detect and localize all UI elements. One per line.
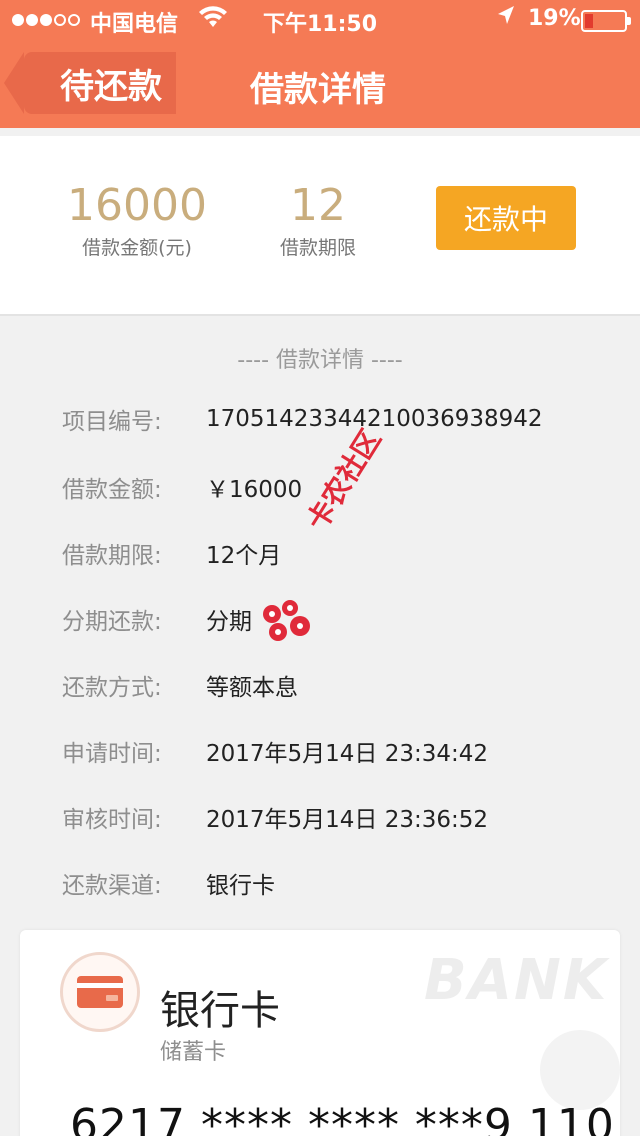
detail-value: 2017年5月14日 23:36:52 [206, 807, 489, 833]
status-bar: 中国电信 下午11:50 19% [0, 0, 640, 40]
bank-background-text: BANK [424, 948, 609, 1013]
detail-key: 项目编号: [62, 409, 162, 435]
nav-bar: 待还款 借款详情 [0, 40, 640, 128]
loan-term-caption: 借款期限 [279, 237, 356, 259]
detail-row-project-id: 项目编号: 17051423344210036938942 [62, 402, 622, 436]
detail-value: 12个月 [206, 543, 282, 569]
detail-row-review-time: 审核时间: 2017年5月14日 23:36:52 [62, 800, 622, 834]
bank-card[interactable]: BANK 银行卡 储蓄卡 6217 **** **** ***9 110 [20, 930, 620, 1136]
detail-row-amount: 借款金额: ￥16000 [62, 470, 622, 504]
details-section-title: ---- 借款详情 ---- [237, 348, 403, 373]
detail-value: 分期 [206, 609, 252, 635]
detail-row-repayment-method: 还款方式: 等额本息 [62, 668, 622, 702]
detail-value: ￥16000 [206, 477, 303, 503]
loan-term-value: 12 [290, 180, 346, 231]
detail-key: 还款渠道: [62, 873, 162, 899]
detail-value: 银行卡 [206, 873, 275, 899]
battery-icon [581, 10, 631, 32]
detail-value: 等额本息 [206, 675, 298, 701]
loan-amount-value: 16000 [67, 180, 207, 231]
back-button[interactable]: 待还款 [4, 52, 176, 114]
detail-value: 17051423344210036938942 [206, 406, 543, 432]
loan-amount-caption: 借款金额(元) [82, 237, 192, 259]
battery-percent: 19% [528, 6, 581, 31]
loan-summary: 16000 借款金额(元) 12 借款期限 还款中 [0, 136, 640, 316]
screen: 中国电信 下午11:50 19% 待还款 借款详情 16000 借款金额(元) … [0, 0, 640, 1136]
loan-amount-stat: 16000 借款金额(元) [62, 180, 212, 260]
loan-term-stat: 12 借款期限 [268, 180, 368, 260]
detail-key: 还款方式: [62, 675, 162, 701]
bank-card-name: 银行卡 [160, 988, 280, 1034]
detail-row-term: 借款期限: 12个月 [62, 536, 622, 570]
detail-key: 申请时间: [62, 741, 162, 767]
back-button-label: 待还款 [60, 66, 162, 107]
detail-key: 分期还款: [62, 609, 162, 635]
card-decoration [540, 1030, 620, 1110]
detail-row-apply-time: 申请时间: 2017年5月14日 23:34:42 [62, 734, 622, 768]
header: 中国电信 下午11:50 19% 待还款 借款详情 [0, 0, 640, 128]
detail-value: 2017年5月14日 23:34:42 [206, 741, 489, 767]
detail-key: 审核时间: [62, 807, 162, 833]
detail-row-repayment-channel: 还款渠道: 银行卡 [62, 866, 622, 900]
location-arrow-icon [496, 4, 516, 32]
repayment-status-button[interactable]: 还款中 [436, 186, 576, 250]
bank-card-number: 6217 **** **** ***9 110 [70, 1100, 615, 1136]
page-title: 借款详情 [250, 70, 386, 110]
credit-card-icon [60, 952, 140, 1032]
bank-card-type: 储蓄卡 [160, 1040, 227, 1065]
detail-key: 借款金额: [62, 477, 162, 503]
detail-row-installment: 分期还款: 分期 [62, 602, 622, 636]
detail-key: 借款期限: [62, 543, 162, 569]
